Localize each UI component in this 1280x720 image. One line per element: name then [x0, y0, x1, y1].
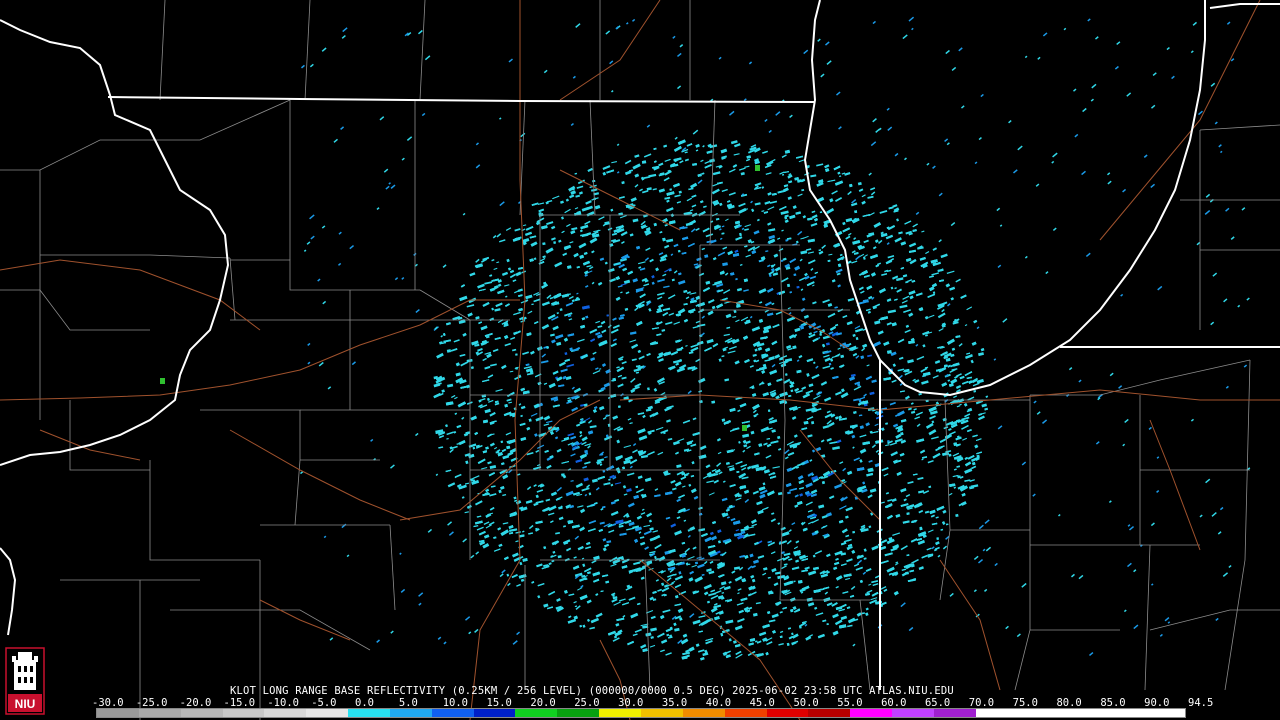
colorbar-swatch — [557, 709, 600, 717]
colorbar-swatch — [1143, 709, 1185, 717]
colorbar-swatch — [1101, 709, 1144, 717]
colorbar-swatch — [348, 709, 390, 717]
colorbar-swatch — [515, 709, 558, 717]
niu-logo-text: NIU — [15, 697, 36, 711]
colorbar-swatch — [389, 709, 432, 717]
colorbar-swatch — [1017, 709, 1060, 717]
colorbar-swatch — [264, 709, 307, 717]
colorbar-swatch — [138, 709, 181, 717]
colorbar-swatch — [808, 709, 851, 717]
colorbar-swatch — [850, 709, 893, 717]
colorbar-swatch — [599, 709, 641, 717]
radar-caption: KLOT LONG RANGE BASE REFLECTIVITY (0.25K… — [230, 685, 954, 697]
radar-map: NIU — [0, 0, 1280, 720]
colorbar-swatch — [975, 709, 1018, 717]
colorbar-swatch — [180, 709, 223, 717]
colorbar-swatch — [640, 709, 683, 717]
colorbar-swatch — [306, 709, 349, 717]
colorbar-swatch — [933, 709, 976, 717]
colorbar-swatch — [1059, 709, 1102, 717]
niu-logo: NIU — [5, 647, 45, 715]
colorbar-swatch — [682, 709, 725, 717]
colorbar-swatch — [766, 709, 809, 717]
colorbar-tick-label: 94.5 — [1188, 697, 1214, 709]
colorbar-swatch — [724, 709, 767, 717]
colorbar-swatch — [222, 709, 265, 717]
colorbar-swatch — [97, 709, 139, 717]
reflectivity-colorbar — [96, 708, 1186, 718]
colorbar-swatch — [892, 709, 934, 717]
colorbar-swatch — [473, 709, 516, 717]
colorbar-swatch — [431, 709, 474, 717]
